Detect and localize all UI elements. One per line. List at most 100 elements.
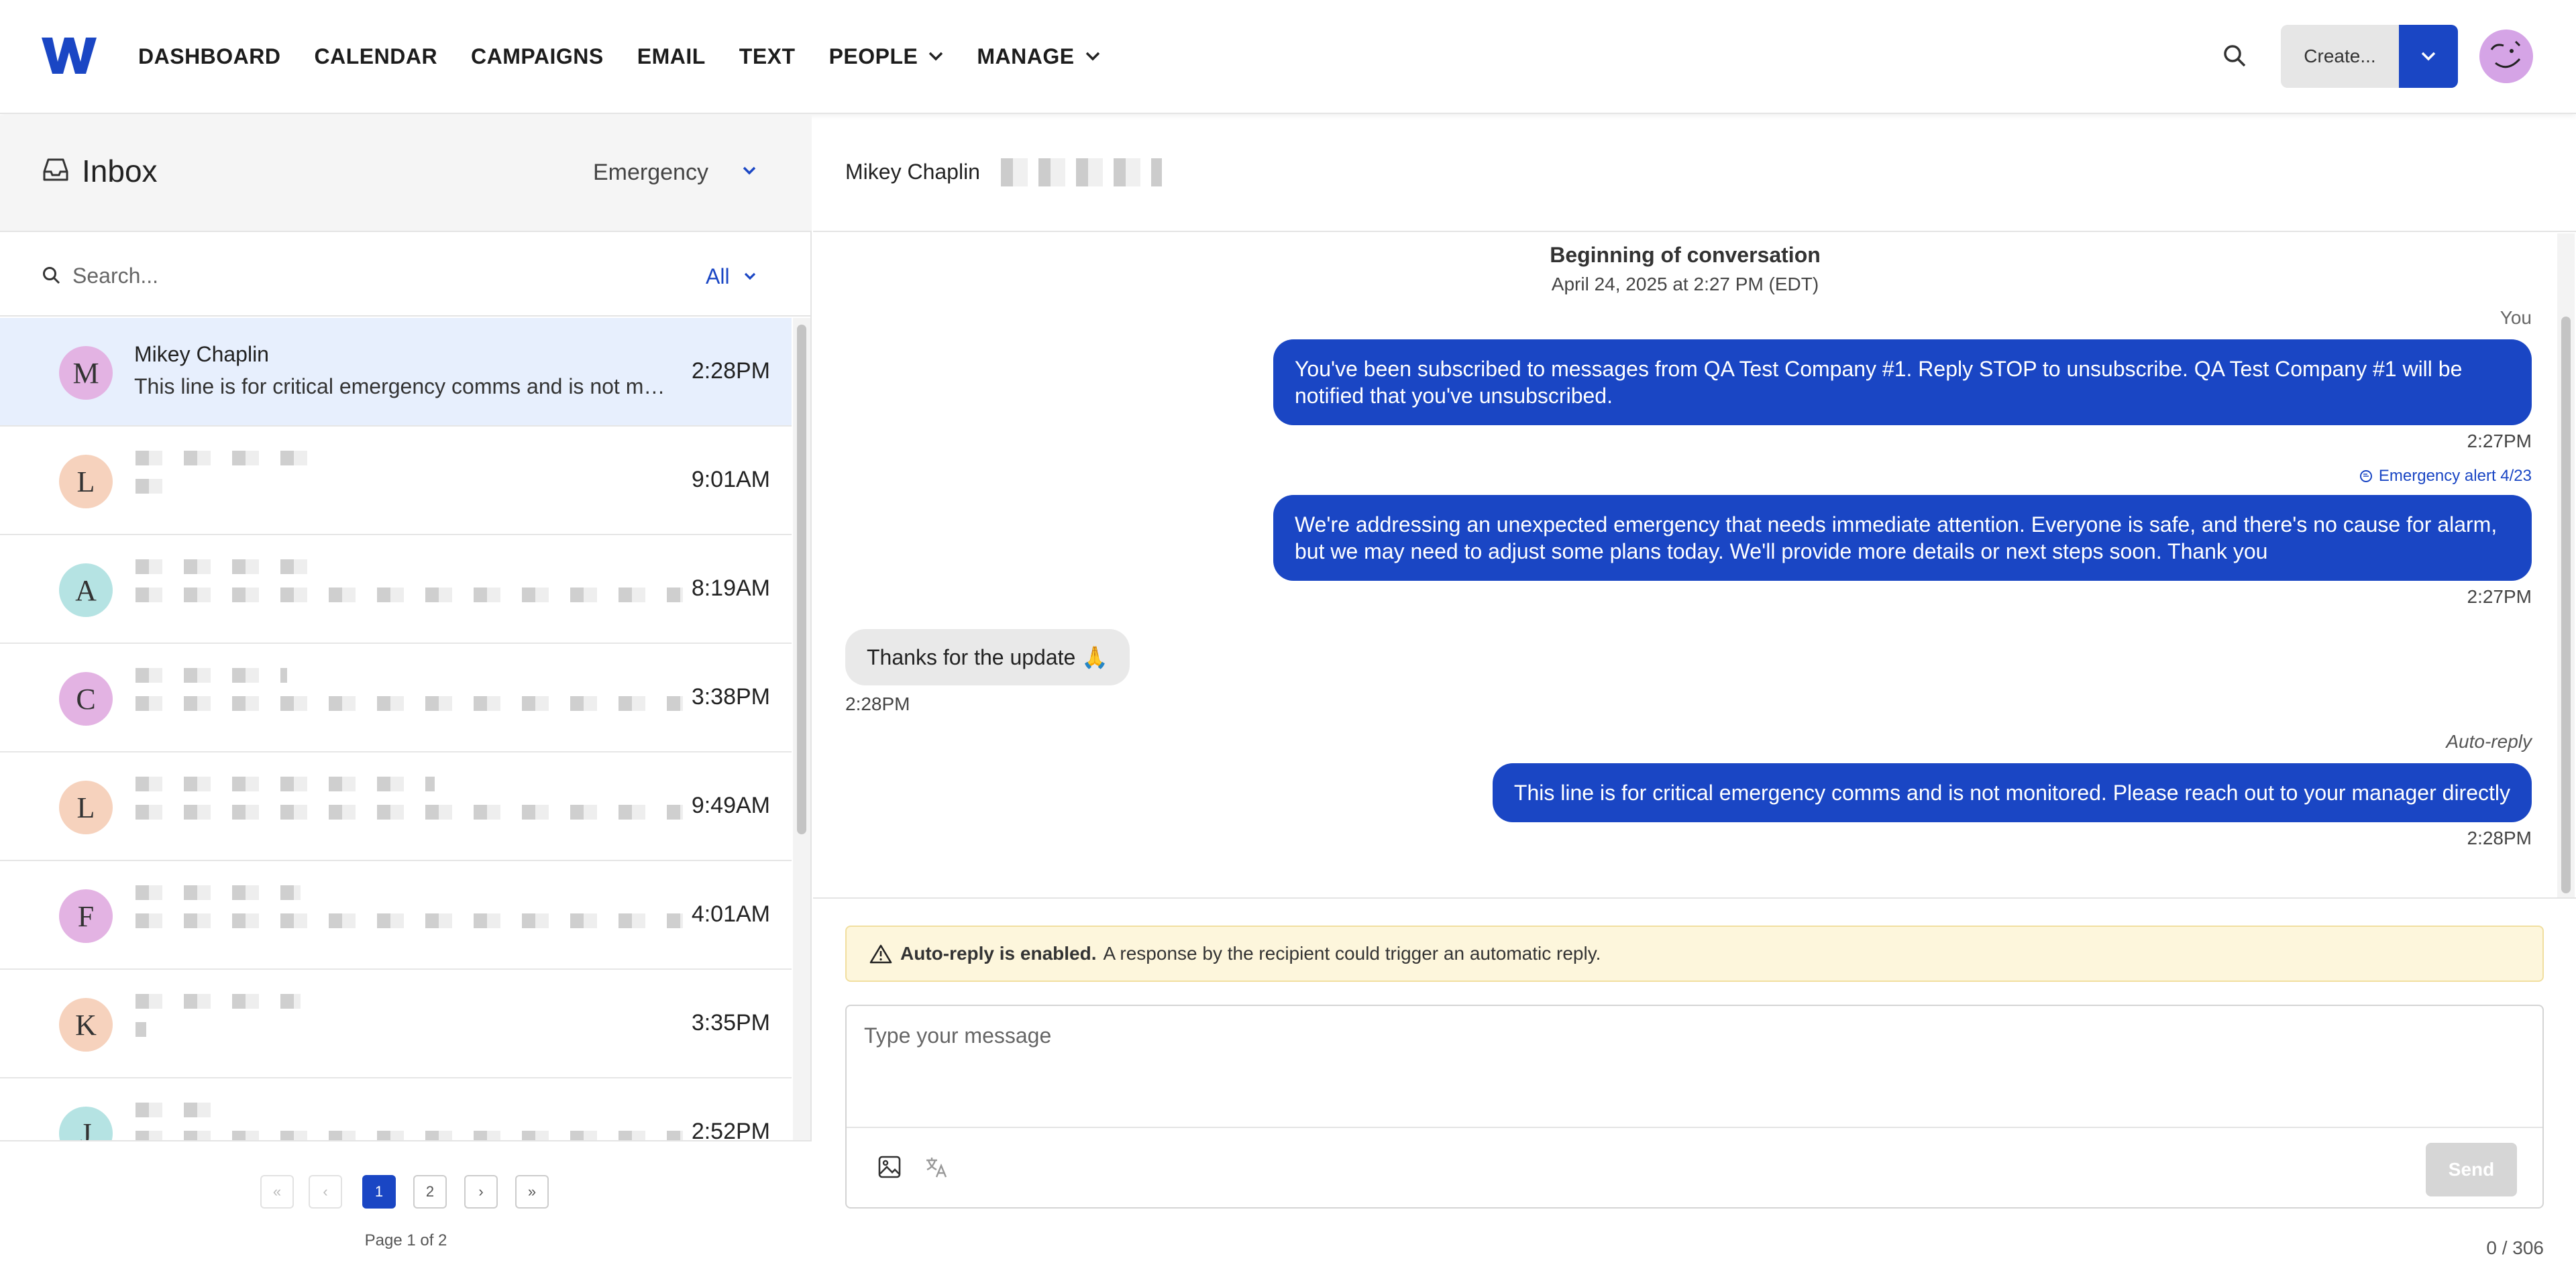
thread-time: 3:38PM	[691, 684, 770, 710]
avatar: M	[59, 346, 113, 400]
redacted-name	[126, 994, 301, 1009]
message-scroll-thumb[interactable]	[2561, 317, 2571, 893]
emergency-alert-tag[interactable]: Emergency alert 4/23	[2359, 467, 2532, 486]
conversation-start-title: Beginning of conversation	[1550, 243, 1821, 267]
nav-people[interactable]: PEOPLE	[829, 42, 944, 71]
thread-row[interactable]: A 8:19AM	[0, 535, 792, 644]
nav-dashboard[interactable]: DASHBOARD	[138, 42, 281, 71]
thread-time: 2:52PM	[691, 1119, 770, 1140]
avatar: F	[59, 889, 113, 943]
redacted-preview	[126, 913, 683, 928]
page-info: Page 1 of 2	[364, 1231, 447, 1249]
image-icon[interactable]	[877, 1155, 902, 1179]
composer-toolbar: Send	[847, 1127, 2542, 1207]
nav-text[interactable]: TEXT	[739, 42, 796, 71]
send-button[interactable]: Send	[2426, 1143, 2517, 1196]
thread-time: 9:01AM	[691, 467, 770, 492]
message-time: 2:28PM	[2467, 828, 2532, 848]
chevron-down-icon[interactable]	[743, 272, 757, 281]
message-input[interactable]	[864, 1023, 2528, 1111]
thread-time: 3:35PM	[691, 1010, 770, 1036]
avatar: L	[59, 781, 113, 834]
redacted-phone	[1001, 158, 1162, 186]
nav-calendar[interactable]: CALENDAR	[315, 42, 438, 71]
thread-name: Mikey Chaplin	[134, 342, 269, 366]
thread-list-scroll-thumb[interactable]	[797, 325, 806, 834]
warning-title: Auto-reply is enabled.	[900, 943, 1097, 964]
chevron-down-icon	[2421, 52, 2436, 61]
inbox-title: Inbox	[82, 154, 158, 188]
inbox-filter-dropdown[interactable]: Emergency	[593, 160, 708, 186]
message-time: 2:27PM	[2467, 586, 2532, 607]
first-page-button[interactable]: «	[260, 1175, 294, 1209]
avatar: C	[59, 672, 113, 726]
warning-text: A response by the recipient could trigge…	[1103, 943, 1601, 964]
thread-row[interactable]: L 9:01AM	[0, 427, 792, 535]
message-time: 2:27PM	[2467, 431, 2532, 451]
redacted-preview	[126, 696, 683, 711]
conversation-header: Mikey Chaplin	[813, 115, 2576, 232]
pagination: « ‹ 1 2 › » Page 1 of 2	[0, 1140, 812, 1285]
translate-icon[interactable]	[924, 1155, 949, 1179]
thread-row[interactable]: L 9:49AM	[0, 752, 792, 861]
page-1-button[interactable]: 1	[362, 1175, 396, 1209]
incoming-message: Thanks for the update 🙏	[845, 629, 1130, 685]
thread-time: 2:28PM	[691, 358, 770, 384]
chevron-down-icon	[929, 52, 943, 61]
redacted-preview	[126, 805, 683, 820]
thread-row[interactable]: K 3:35PM	[0, 970, 792, 1078]
search-icon[interactable]	[2222, 43, 2249, 70]
user-avatar[interactable]	[2479, 30, 2533, 83]
redacted-preview	[126, 588, 683, 602]
thread-row[interactable]: F 4:01AM	[0, 861, 792, 970]
outgoing-message: This line is for critical emergency comm…	[1492, 763, 2532, 822]
top-navigation: DASHBOARD CALENDAR CAMPAIGNS EMAIL TEXT …	[0, 0, 2576, 114]
scope-dropdown[interactable]: All	[706, 264, 730, 289]
message-thread: Beginning of conversation April 24, 2025…	[813, 233, 2557, 897]
conversation-start-date: April 24, 2025 at 2:27 PM (EDT)	[1551, 274, 1819, 294]
sender-label: You	[2500, 307, 2532, 328]
redacted-preview	[126, 479, 166, 494]
next-page-button[interactable]: ›	[464, 1175, 498, 1209]
search-icon	[43, 267, 60, 284]
last-page-button[interactable]: »	[515, 1175, 549, 1209]
thread-row[interactable]: C 3:38PM	[0, 644, 792, 752]
outgoing-message: We're addressing an unexpected emergency…	[1273, 495, 2532, 581]
outgoing-message: You've been subscribed to messages from …	[1273, 339, 2532, 425]
thread-row[interactable]: M Mikey Chaplin This line is for critica…	[0, 318, 792, 427]
avatar: A	[59, 563, 113, 617]
character-counter: 0 / 306	[2486, 1237, 2544, 1258]
create-dropdown-button[interactable]	[2399, 25, 2458, 88]
thread-time: 9:49AM	[691, 793, 770, 818]
contact-name: Mikey Chaplin	[845, 160, 980, 184]
brand-logo[interactable]	[42, 35, 97, 76]
message-time: 2:28PM	[845, 693, 910, 714]
search-input[interactable]	[72, 259, 609, 292]
redacted-preview	[126, 1131, 683, 1140]
chat-bubble-icon	[2359, 470, 2372, 482]
warning-icon	[869, 944, 892, 964]
thread-preview: This line is for critical emergency comm…	[134, 374, 676, 398]
avatar: J	[59, 1107, 113, 1140]
chevron-down-icon[interactable]	[742, 166, 757, 176]
nav-campaigns[interactable]: CAMPAIGNS	[471, 42, 604, 71]
redacted-name	[126, 1103, 220, 1117]
nav-email[interactable]: EMAIL	[637, 42, 706, 71]
create-button[interactable]: Create...	[2281, 25, 2399, 88]
nav-manage[interactable]: MANAGE	[977, 42, 1099, 71]
smiley-icon	[2490, 40, 2521, 68]
thread-time: 8:19AM	[691, 575, 770, 601]
conversation-panel: Mikey Chaplin Beginning of conversation …	[813, 115, 2576, 1285]
prev-page-button[interactable]: ‹	[309, 1175, 342, 1209]
auto-reply-warning: Auto-reply is enabled. A response by the…	[845, 926, 2544, 982]
redacted-name	[126, 777, 435, 791]
redacted-name	[126, 559, 327, 574]
nav-people-label: PEOPLE	[828, 44, 918, 68]
page-2-button[interactable]: 2	[413, 1175, 447, 1209]
inbox-header: Inbox Emergency	[0, 115, 812, 232]
thread-row[interactable]: J 2:52PM	[0, 1078, 792, 1140]
inbox-icon	[43, 158, 68, 181]
redacted-name	[126, 668, 287, 683]
inbox-panel: Inbox Emergency All M Mikey Chaplin This…	[0, 115, 812, 1285]
nav-manage-label: MANAGE	[977, 44, 1075, 68]
